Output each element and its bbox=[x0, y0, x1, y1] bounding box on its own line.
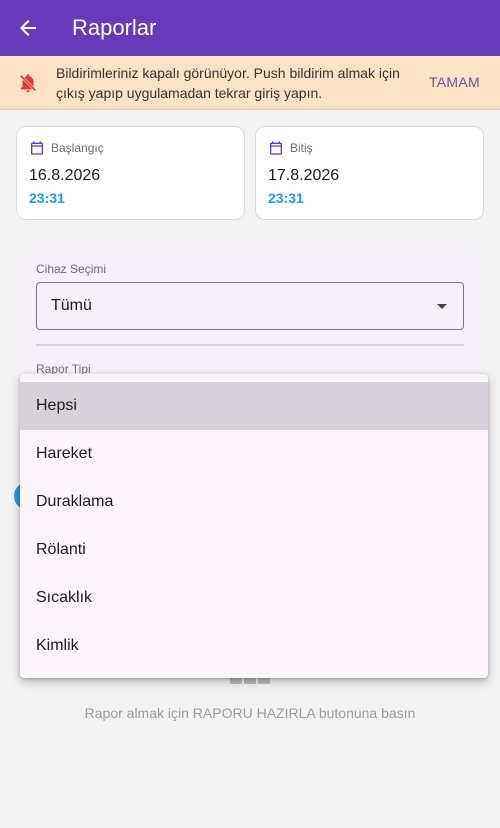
device-select[interactable]: Tümü bbox=[36, 282, 464, 330]
menu-item-kimlik[interactable]: Kimlik bbox=[20, 622, 488, 670]
arrow-back-icon bbox=[20, 20, 36, 36]
calendar-icon bbox=[31, 141, 43, 155]
banner-message: Bildirimleriniz kapalı görünüyor. Push b… bbox=[56, 64, 400, 101]
dismiss-button[interactable]: TAMAM bbox=[429, 74, 480, 90]
end-date-card[interactable]: Bitiş 17.8.2026 23:31 bbox=[255, 126, 484, 220]
divider bbox=[36, 344, 464, 346]
notification-banner: Bildirimleriniz kapalı görünüyor. Push b… bbox=[0, 56, 500, 110]
start-time-value: 23:31 bbox=[29, 190, 65, 206]
menu-item-sicaklik[interactable]: Sıcaklık bbox=[20, 574, 488, 622]
page-title: Raporlar bbox=[72, 15, 157, 40]
start-date-card[interactable]: Başlangıç 16.8.2026 23:31 bbox=[16, 126, 245, 220]
calendar-icon bbox=[270, 141, 282, 155]
end-date-value: 17.8.2026 bbox=[268, 167, 340, 184]
notifications-off-icon bbox=[0, 72, 56, 94]
end-time-value: 23:31 bbox=[268, 190, 304, 206]
empty-state-message: Rapor almak için RAPORU HAZIRLA butonuna… bbox=[84, 705, 416, 721]
dropdown-arrow-icon bbox=[437, 304, 447, 309]
menu-item-rolanti[interactable]: Rölanti bbox=[20, 526, 488, 574]
menu-item-hepsi[interactable]: Hepsi bbox=[20, 382, 488, 430]
back-button[interactable] bbox=[0, 0, 56, 56]
menu-item-duraklama[interactable]: Duraklama bbox=[20, 478, 488, 526]
start-date-value: 16.8.2026 bbox=[29, 167, 101, 184]
end-date-label: Bitiş bbox=[290, 141, 313, 155]
app-bar: Raporlar bbox=[0, 0, 500, 56]
report-type-dropdown-menu: Hepsi Hareket Duraklama Rölanti Sıcaklık… bbox=[20, 374, 488, 678]
device-select-value: Tümü bbox=[51, 297, 92, 314]
start-date-label: Başlangıç bbox=[51, 141, 104, 155]
device-select-label: Cihaz Seçimi bbox=[36, 262, 107, 276]
menu-item-hareket[interactable]: Hareket bbox=[20, 430, 488, 478]
